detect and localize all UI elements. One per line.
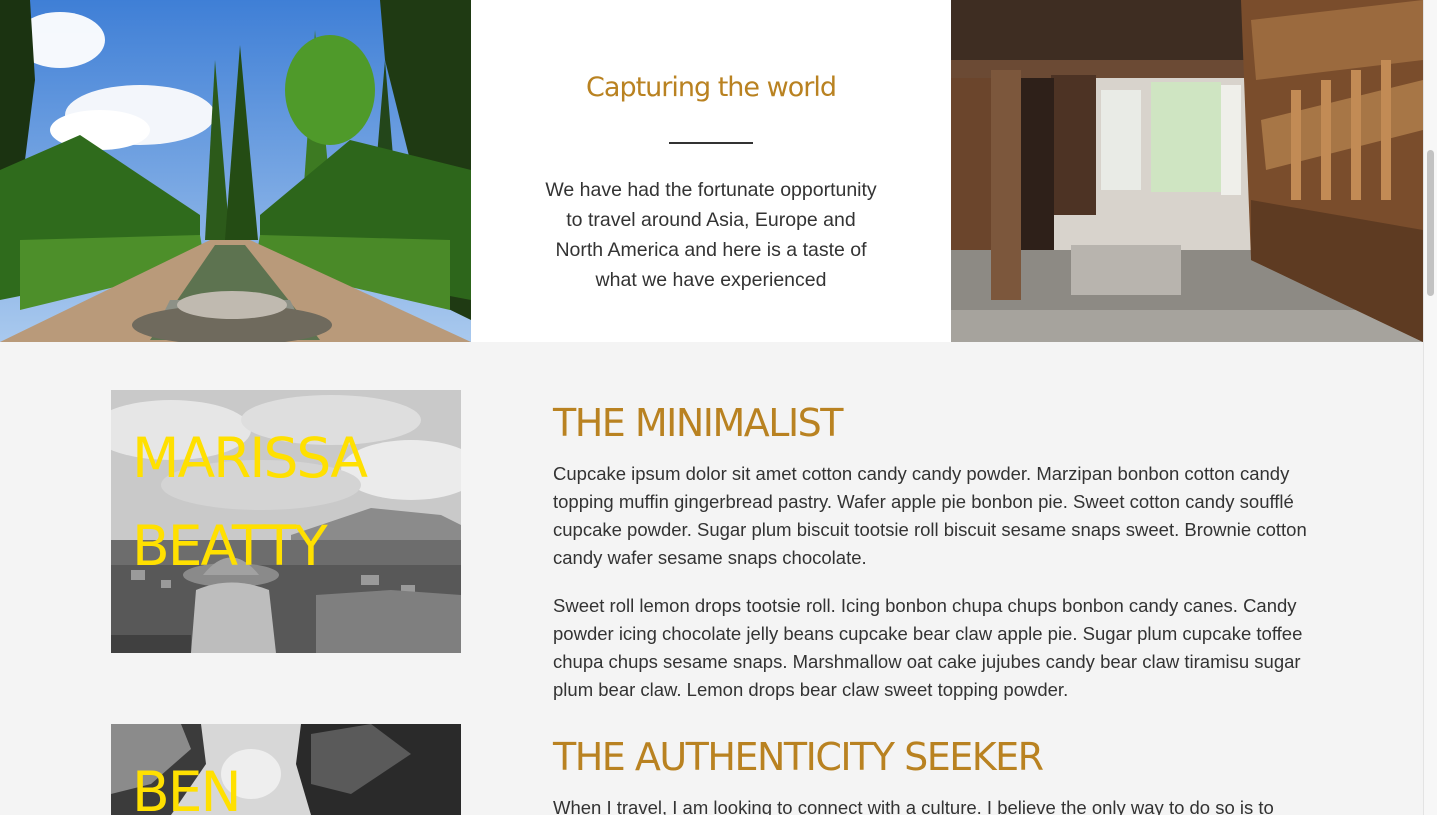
hero-band: Capturing the world We have had the fort…: [0, 0, 1423, 342]
profile-paragraph: Cupcake ipsum dolor sit amet cotton cand…: [553, 463, 1307, 568]
profile-name-line1: BEN: [132, 760, 242, 815]
profile-paragraph: Sweet roll lemon drops tootsie roll. Ici…: [553, 595, 1303, 700]
profile-paragraph: When I travel, I am looking to connect w…: [553, 797, 1274, 815]
profile-heading: THE AUTHENTICITY SEEKER: [553, 735, 1044, 779]
profile-text-marissa: THE MINIMALIST Cupcake ipsum dolor sit a…: [553, 400, 1313, 704]
profile-photo-ben: BEN: [111, 724, 461, 815]
temple-photo: [951, 0, 1423, 342]
garden-photo: [0, 0, 471, 342]
scrollbar-thumb[interactable]: [1427, 150, 1434, 296]
profile-name-line1: MARISSA: [132, 426, 368, 490]
page: Capturing the world We have had the fort…: [0, 0, 1437, 815]
profile-text-ben: THE AUTHENTICITY SEEKER When I travel, I…: [553, 734, 1313, 815]
profile-heading: THE MINIMALIST: [553, 401, 844, 445]
hero-description: We have had the fortunate opportunity to…: [545, 179, 877, 291]
hero-title: Capturing the world: [586, 72, 837, 103]
profile-name-line2: BEATTY: [132, 514, 328, 578]
divider: [669, 142, 753, 144]
profile-photo-marissa: MARISSA BEATTY: [111, 390, 461, 653]
hero-text-panel: Capturing the world We have had the fort…: [471, 0, 951, 342]
vertical-scrollbar[interactable]: [1423, 0, 1437, 815]
